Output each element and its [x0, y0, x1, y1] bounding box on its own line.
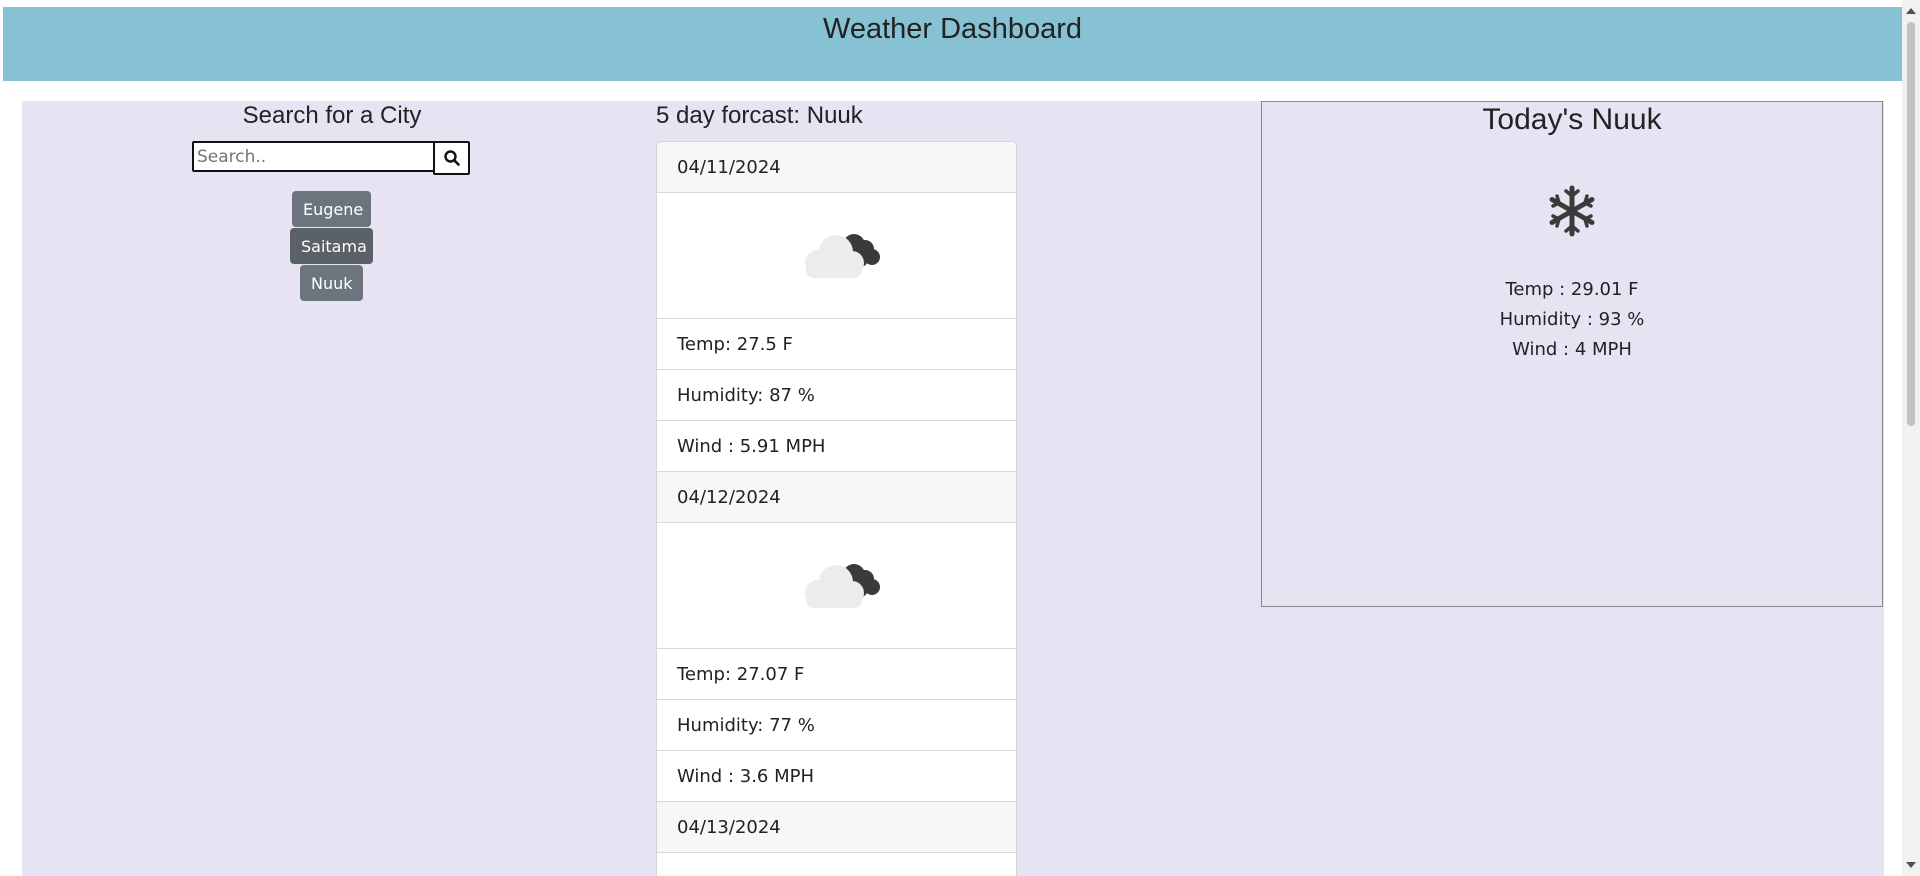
forecast-date: 04/12/2024 — [657, 472, 1016, 523]
cloudy-night-icon — [792, 553, 882, 618]
city-history-button-saitama[interactable]: Saitama — [290, 228, 373, 264]
search-button[interactable] — [433, 141, 470, 175]
page-title: Weather Dashboard — [822, 13, 1082, 45]
search-title: Search for a City — [242, 102, 422, 129]
cloudy-night-icon — [792, 223, 882, 288]
today-title: Today's Nuuk — [1482, 103, 1662, 136]
today-wind: Wind : 4 MPH — [1512, 339, 1632, 360]
forecast-temp: Temp: 27.07 F — [657, 649, 1016, 700]
search-icon — [435, 149, 468, 167]
forecast-list: 04/11/2024 Temp: 27.5 F Humidity: 87 % W… — [656, 141, 1017, 876]
forecast-humidity: Humidity: 87 % — [657, 370, 1016, 421]
forecast-temp: Temp: 27.5 F — [657, 319, 1016, 370]
page-scrollbar[interactable] — [1902, 0, 1920, 876]
forecast-wind: Wind : 5.91 MPH — [657, 421, 1016, 472]
today-temp: Temp : 29.01 F — [1505, 279, 1639, 300]
city-history-button-eugene[interactable]: Eugene — [292, 191, 371, 227]
scroll-down-arrow-icon[interactable] — [1906, 862, 1916, 868]
scrollbar-thumb[interactable] — [1907, 22, 1915, 426]
page: Weather Dashboard Search for a City Euge… — [0, 0, 1920, 876]
main-content: Search for a City Eugene Saitama Nuuk 5 … — [22, 101, 1884, 876]
forecast-humidity: Humidity: 77 % — [657, 700, 1016, 751]
forecast-icon-cell — [657, 523, 1016, 649]
snowflake-icon — [1545, 184, 1599, 243]
forecast-date: 04/13/2024 — [657, 802, 1016, 853]
forecast-date: 04/11/2024 — [657, 142, 1016, 193]
city-history-button-nuuk[interactable]: Nuuk — [300, 265, 363, 301]
forecast-title: 5 day forcast: Nuuk — [656, 102, 863, 129]
today-icon-wrap — [1262, 184, 1882, 243]
scroll-up-arrow-icon[interactable] — [1906, 8, 1916, 14]
today-weather-panel: Today's Nuuk Temp: 29.01 F Humidity: 9… — [1261, 101, 1883, 607]
header-bar: Weather Dashboard — [3, 7, 1902, 81]
forecast-icon-cell — [657, 193, 1016, 319]
today-humidity: Humidity : 93 % — [1499, 309, 1645, 330]
forecast-wind: Wind : 3.6 MPH — [657, 751, 1016, 802]
search-input[interactable] — [192, 141, 460, 172]
